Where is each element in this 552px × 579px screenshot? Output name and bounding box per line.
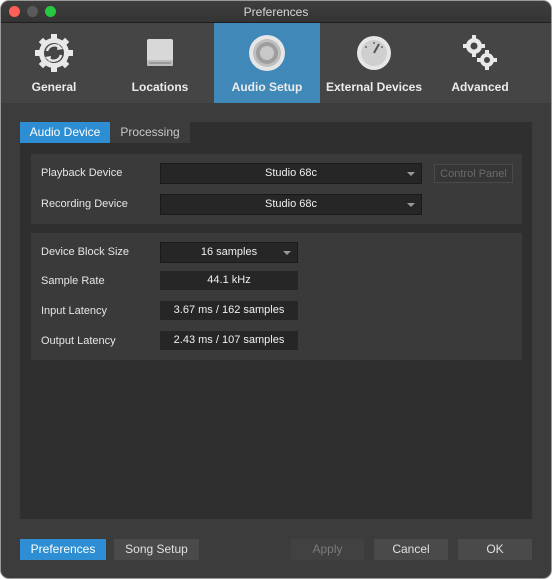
sample-rate-value: 44.1 kHz (160, 271, 298, 290)
device-panel: Playback Device Studio 68c Control Panel… (31, 154, 522, 224)
control-panel-button[interactable]: Control Panel (434, 164, 513, 183)
general-sync-icon (35, 34, 73, 72)
chevron-down-icon (283, 251, 291, 255)
speaker-icon (249, 35, 285, 71)
toolbar-item-external-devices[interactable]: External Devices (321, 23, 427, 103)
block-size-label: Device Block Size (41, 246, 130, 258)
playback-device-dropdown[interactable]: Studio 68c (160, 163, 422, 184)
output-latency-label: Output Latency (41, 335, 116, 347)
toolbar-item-general[interactable]: General (1, 23, 107, 103)
playback-device-value: Studio 68c (265, 167, 317, 179)
window-title: Preferences (243, 5, 309, 19)
chevron-down-icon (407, 203, 415, 207)
block-size-dropdown[interactable]: 16 samples (160, 242, 298, 263)
toolbar-item-advanced[interactable]: Advanced (427, 23, 533, 103)
recording-device-value: Studio 68c (265, 198, 317, 210)
toolbar-label-general: General (31, 80, 77, 94)
preferences-button[interactable]: Preferences (20, 539, 106, 560)
tab-audio-device[interactable]: Audio Device (20, 122, 110, 143)
recording-device-label: Recording Device (41, 198, 128, 210)
chevron-down-icon (407, 172, 415, 176)
drive-icon (147, 39, 173, 66)
tab-processing[interactable]: Processing (110, 122, 190, 143)
output-latency-value: 2.43 ms / 107 samples (160, 331, 298, 350)
preferences-content: Audio Device Processing Playback Device … (1, 103, 551, 578)
ok-button[interactable]: OK (458, 539, 532, 560)
song-setup-button[interactable]: Song Setup (114, 539, 199, 560)
input-latency-value: 3.67 ms / 162 samples (160, 301, 298, 320)
preferences-window: Preferences General Locations Audio Setu… (1, 1, 551, 578)
recording-device-dropdown[interactable]: Studio 68c (160, 194, 422, 215)
input-latency-label: Input Latency (41, 305, 108, 317)
preferences-toolbar: General Locations Audio Setup External D… (1, 23, 551, 103)
gears-icon (463, 35, 497, 70)
toolbar-label-audio-setup: Audio Setup (231, 80, 303, 94)
cancel-button[interactable]: Cancel (374, 539, 448, 560)
toolbar-label-external-devices: External Devices (325, 80, 423, 94)
dial-icon (357, 36, 391, 70)
audio-setup-pane: Audio Device Processing Playback Device … (20, 122, 532, 519)
toolbar-item-locations[interactable]: Locations (107, 23, 213, 103)
settings-panel: Device Block Size 16 samples Sample Rate… (31, 233, 522, 360)
sample-rate-label: Sample Rate (41, 275, 105, 287)
toolbar-label-locations: Locations (131, 80, 189, 94)
apply-button[interactable]: Apply (291, 539, 364, 560)
playback-device-label: Playback Device (41, 167, 123, 179)
toolbar-label-advanced: Advanced (451, 80, 509, 94)
toolbar-item-audio-setup[interactable]: Audio Setup (214, 23, 320, 103)
title-bar: Preferences (1, 1, 551, 23)
block-size-value: 16 samples (200, 246, 258, 258)
